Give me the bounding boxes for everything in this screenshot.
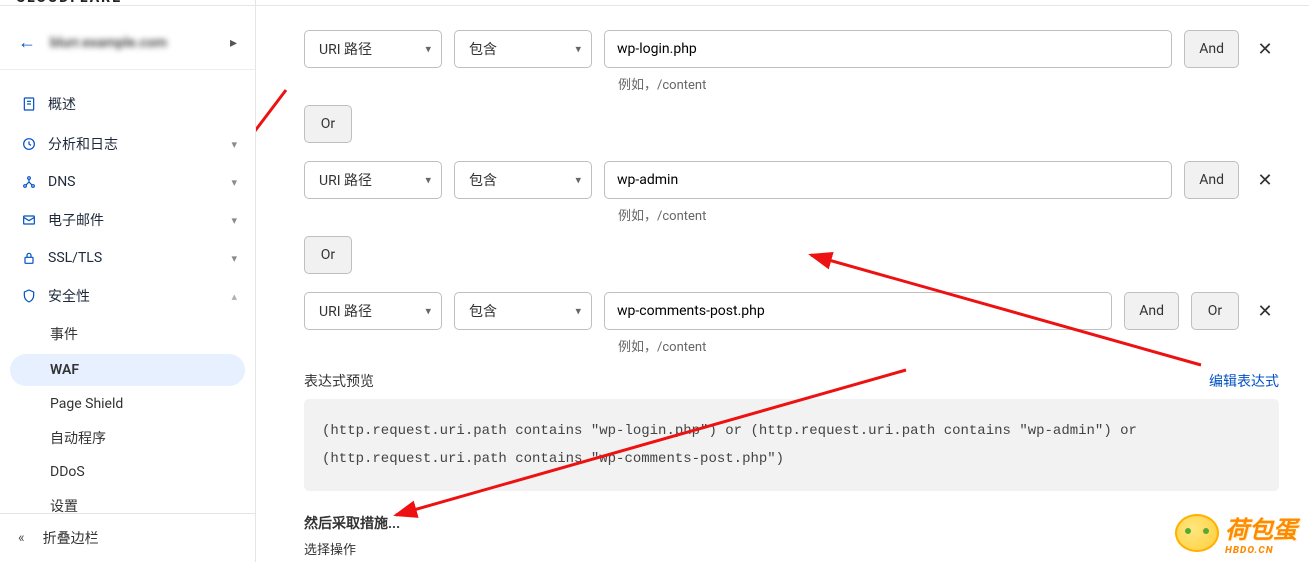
and-button[interactable]: And bbox=[1184, 161, 1239, 199]
or-row: Or bbox=[304, 105, 1279, 143]
edit-expression-link[interactable]: 编辑表达式 bbox=[1209, 371, 1279, 391]
select-value: URI 路径 bbox=[319, 170, 372, 190]
doc-icon bbox=[18, 96, 40, 112]
chevron-down-icon: ▾ bbox=[425, 305, 431, 318]
or-button[interactable]: Or bbox=[304, 236, 352, 274]
value-input[interactable] bbox=[604, 292, 1112, 330]
network-icon bbox=[18, 174, 40, 190]
close-icon[interactable]: ✕ bbox=[1251, 170, 1279, 191]
sidebar-nav: 概述 分析和日志 ▾ DNS ▾ 电子邮件 ▾ SSL/TLS ▾ bbox=[0, 70, 255, 513]
hint-text: 例如，/content bbox=[618, 205, 1279, 224]
sidebar-sub-bots[interactable]: 自动程序 bbox=[0, 420, 255, 456]
chevron-down-icon: ▾ bbox=[575, 174, 581, 187]
field-select[interactable]: URI 路径 ▾ bbox=[304, 161, 442, 199]
sidebar-item-analytics[interactable]: 分析和日志 ▾ bbox=[0, 124, 255, 164]
condition-block-2: URI 路径 ▾ 包含 ▾ And ✕ 例如，/content bbox=[304, 161, 1279, 224]
condition-row: URI 路径 ▾ 包含 ▾ And Or ✕ bbox=[304, 292, 1279, 330]
and-button[interactable]: And bbox=[1124, 292, 1179, 330]
sidebar-sub-pageshield[interactable]: Page Shield bbox=[0, 388, 255, 420]
condition-row: URI 路径 ▾ 包含 ▾ And ✕ bbox=[304, 161, 1279, 199]
domain-selector-row: ← blurr.example.com ▸ bbox=[0, 18, 255, 70]
sidebar-item-label: SSL/TLS bbox=[48, 250, 231, 266]
chevron-down-icon: ▾ bbox=[231, 176, 237, 189]
operator-select[interactable]: 包含 ▾ bbox=[454, 161, 592, 199]
action-select-label: 选择操作 bbox=[304, 539, 1279, 558]
select-value: URI 路径 bbox=[319, 39, 372, 59]
sidebar-item-label: 安全性 bbox=[48, 286, 231, 306]
operator-select[interactable]: 包含 ▾ bbox=[454, 292, 592, 330]
field-select[interactable]: URI 路径 ▾ bbox=[304, 292, 442, 330]
sidebar-item-label: 分析和日志 bbox=[48, 134, 231, 154]
sidebar-item-label: 概述 bbox=[48, 94, 237, 114]
chevron-up-icon: ▴ bbox=[231, 290, 237, 303]
main-content: URI 路径 ▾ 包含 ▾ And ✕ 例如，/content Or URI 路… bbox=[256, 0, 1309, 562]
lock-icon bbox=[18, 250, 40, 266]
chevron-down-icon: ▾ bbox=[425, 43, 431, 56]
sidebar-item-label: 电子邮件 bbox=[48, 210, 231, 230]
expression-preview: (http.request.uri.path contains "wp-logi… bbox=[304, 399, 1279, 491]
select-value: 包含 bbox=[469, 39, 497, 59]
action-section-title: 然后采取措施... bbox=[304, 513, 1279, 533]
condition-block-1: URI 路径 ▾ 包含 ▾ And ✕ 例如，/content bbox=[304, 30, 1279, 93]
collapse-label: 折叠边栏 bbox=[43, 528, 99, 548]
value-input[interactable] bbox=[604, 30, 1172, 68]
chevron-down-icon: ▾ bbox=[575, 305, 581, 318]
collapse-sidebar[interactable]: « 折叠边栏 bbox=[0, 513, 255, 562]
domain-name[interactable]: blurr.example.com bbox=[50, 35, 216, 51]
hint-text: 例如，/content bbox=[618, 336, 1279, 355]
sidebar-item-security[interactable]: 安全性 ▴ bbox=[0, 276, 255, 316]
sidebar: ← blurr.example.com ▸ 概述 分析和日志 ▾ DNS ▾ 电… bbox=[0, 0, 256, 562]
select-value: 包含 bbox=[469, 170, 497, 190]
brand-logo: CLOUDFLARE bbox=[16, 0, 122, 6]
preview-title: 表达式预览 bbox=[304, 371, 374, 391]
or-button[interactable]: Or bbox=[1191, 292, 1239, 330]
sidebar-item-overview[interactable]: 概述 bbox=[0, 84, 255, 124]
back-arrow-icon[interactable]: ← bbox=[18, 32, 36, 53]
sidebar-sub-ddos[interactable]: DDoS bbox=[0, 456, 255, 488]
caret-right-icon[interactable]: ▸ bbox=[230, 35, 237, 51]
clock-icon bbox=[18, 136, 40, 152]
chevron-down-icon: ▾ bbox=[425, 174, 431, 187]
or-row: Or bbox=[304, 236, 1279, 274]
annotation-arrow bbox=[256, 80, 296, 400]
chevrons-left-icon: « bbox=[18, 530, 25, 546]
value-input[interactable] bbox=[604, 161, 1172, 199]
sidebar-sub-settings[interactable]: 设置 bbox=[0, 488, 255, 513]
and-button[interactable]: And bbox=[1184, 30, 1239, 68]
select-value: 包含 bbox=[469, 301, 497, 321]
chevron-down-icon: ▾ bbox=[575, 43, 581, 56]
chevron-down-icon: ▾ bbox=[231, 252, 237, 265]
mail-icon bbox=[18, 212, 40, 228]
chevron-down-icon: ▾ bbox=[231, 138, 237, 151]
chevron-down-icon: ▾ bbox=[231, 214, 237, 227]
close-icon[interactable]: ✕ bbox=[1251, 301, 1279, 322]
condition-row: URI 路径 ▾ 包含 ▾ And ✕ bbox=[304, 30, 1279, 68]
hint-text: 例如，/content bbox=[618, 74, 1279, 93]
shield-icon bbox=[18, 288, 40, 304]
sidebar-item-label: DNS bbox=[48, 174, 231, 190]
sidebar-sub-events[interactable]: 事件 bbox=[0, 316, 255, 352]
operator-select[interactable]: 包含 ▾ bbox=[454, 30, 592, 68]
sidebar-item-email[interactable]: 电子邮件 ▾ bbox=[0, 200, 255, 240]
select-value: URI 路径 bbox=[319, 301, 372, 321]
sidebar-item-ssl[interactable]: SSL/TLS ▾ bbox=[0, 240, 255, 276]
preview-header: 表达式预览 编辑表达式 bbox=[304, 371, 1279, 391]
close-icon[interactable]: ✕ bbox=[1251, 39, 1279, 60]
condition-block-3: URI 路径 ▾ 包含 ▾ And Or ✕ 例如，/content bbox=[304, 292, 1279, 355]
sidebar-item-dns[interactable]: DNS ▾ bbox=[0, 164, 255, 200]
or-button[interactable]: Or bbox=[304, 105, 352, 143]
field-select[interactable]: URI 路径 ▾ bbox=[304, 30, 442, 68]
sidebar-sub-waf[interactable]: WAF bbox=[10, 354, 245, 386]
